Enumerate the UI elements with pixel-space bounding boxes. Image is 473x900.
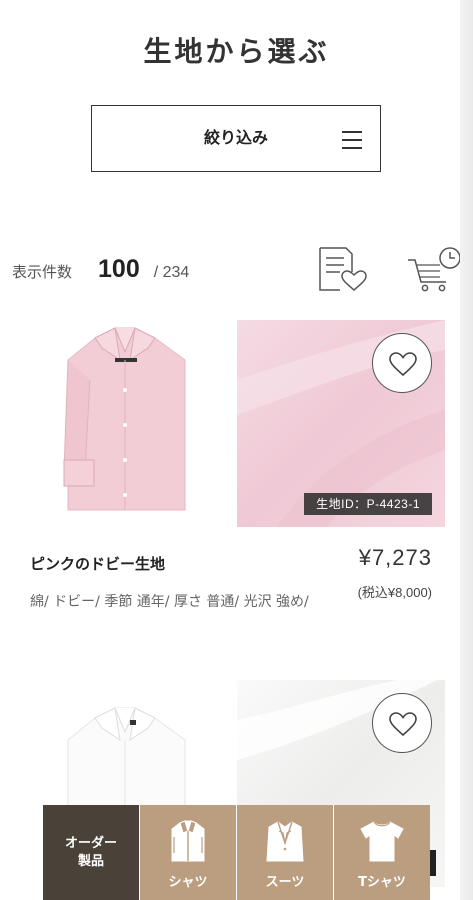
hamburger-icon xyxy=(342,131,362,149)
cart-history-icon[interactable] xyxy=(406,246,462,292)
tshirt-icon xyxy=(360,821,404,862)
order-label-line1: オーダー xyxy=(64,835,117,851)
bottom-nav: オーダー 製品 シャツ スーツ Tシャツ xyxy=(43,805,430,900)
nav-suit-label: スーツ xyxy=(265,875,305,890)
page-title: 生地から選ぶ xyxy=(143,35,330,68)
product-tags: 綿/ ドビー/ 季節 通年/ 厚さ 普通/ 光沢 強め/ xyxy=(30,594,309,610)
favorite-button[interactable] xyxy=(372,693,432,753)
count-total: / 234 xyxy=(153,264,190,281)
nav-shirt[interactable]: シャツ xyxy=(139,805,236,900)
nav-tshirt[interactable]: Tシャツ xyxy=(333,805,430,900)
filter-label: 絞り込み xyxy=(203,128,268,147)
nav-suit[interactable]: スーツ xyxy=(236,805,333,900)
fabric-id-badge: 生地ID：P-4423-1 xyxy=(304,493,432,515)
filter-button[interactable]: 絞り込み xyxy=(91,105,381,172)
shirt-icon xyxy=(171,820,205,862)
suit-icon xyxy=(266,821,304,862)
heart-icon xyxy=(389,712,417,737)
scroll-edge xyxy=(430,850,436,876)
window-edge xyxy=(460,0,473,900)
result-count: 表示件数 100 / 234 xyxy=(12,255,189,291)
product-price: ¥7,273 xyxy=(358,545,432,570)
fabric-image: 生地ID：P-4423-1 xyxy=(237,320,445,527)
heart-icon xyxy=(389,352,417,377)
favorite-list-icon[interactable] xyxy=(316,246,368,292)
product-tax-price: (税込¥8,000) xyxy=(357,585,432,600)
page: 生地から選ぶ 絞り込み 表示件数 100 / 234 生地ID：P-4423-1… xyxy=(0,0,462,900)
nav-shirt-label: シャツ xyxy=(168,875,208,890)
order-label-line2: 製品 xyxy=(77,853,104,869)
shirt-image xyxy=(63,327,186,511)
favorite-button[interactable] xyxy=(372,333,432,393)
order-products-label[interactable]: オーダー 製品 xyxy=(43,805,139,900)
count-shown: 100 xyxy=(98,255,140,283)
count-label: 表示件数 xyxy=(12,263,73,281)
product-name[interactable]: ピンクのドビー生地 xyxy=(30,553,165,574)
nav-tshirt-label: Tシャツ xyxy=(358,875,406,890)
